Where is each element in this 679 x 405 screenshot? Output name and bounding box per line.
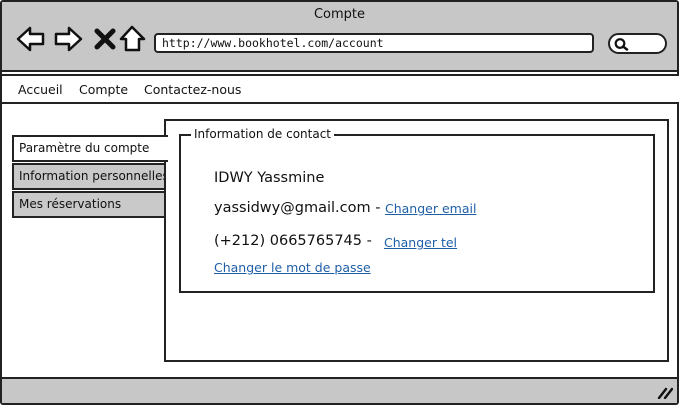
status-bar xyxy=(2,377,677,403)
email-separator: - xyxy=(370,200,381,216)
resize-handle-icon[interactable] xyxy=(657,385,673,399)
contact-info-group: Information de contact IDWY Yassmine yas… xyxy=(179,127,655,293)
address-bar[interactable]: http://www.bookhotel.com/account xyxy=(154,33,594,53)
menu-item-compte[interactable]: Compte xyxy=(79,82,128,97)
tab-content-panel: Information de contact IDWY Yassmine yas… xyxy=(164,119,669,362)
search-icon xyxy=(614,38,629,51)
email-row: yassidwy@gmail.com - xyxy=(214,200,380,216)
phone-row: (+212) 0665765745 - xyxy=(214,233,372,249)
tab-reservations[interactable]: Mes réservations xyxy=(12,191,166,218)
menu-item-accueil[interactable]: Accueil xyxy=(18,82,63,97)
email-value: yassidwy@gmail.com xyxy=(214,200,371,216)
change-password-link[interactable]: Changer le mot de passe xyxy=(214,260,371,275)
back-icon[interactable] xyxy=(16,24,46,54)
search-box[interactable] xyxy=(608,33,667,54)
menu-bar: Accueil Compte Contactez-nous xyxy=(2,74,679,104)
contact-info-legend: Information de contact xyxy=(191,127,334,141)
change-email-link[interactable]: Changer email xyxy=(385,201,476,216)
tab-account-settings[interactable]: Paramètre du compte xyxy=(12,135,168,162)
home-icon[interactable] xyxy=(118,24,148,54)
change-phone-link[interactable]: Changer tel xyxy=(384,235,457,250)
forward-icon[interactable] xyxy=(53,24,83,54)
tab-personal-info[interactable]: Information personnelles xyxy=(12,163,166,190)
user-name: IDWY Yassmine xyxy=(214,170,325,186)
browser-window: Compte http://www.bookhotel.com/account … xyxy=(0,0,679,405)
title-bar: Compte http://www.bookhotel.com/account xyxy=(2,2,677,72)
window-title: Compte xyxy=(313,7,366,22)
menu-item-contact[interactable]: Contactez-nous xyxy=(144,82,241,97)
phone-value: (+212) 0665765745 xyxy=(214,233,363,249)
phone-separator: - xyxy=(362,233,372,249)
close-icon[interactable] xyxy=(90,24,120,54)
